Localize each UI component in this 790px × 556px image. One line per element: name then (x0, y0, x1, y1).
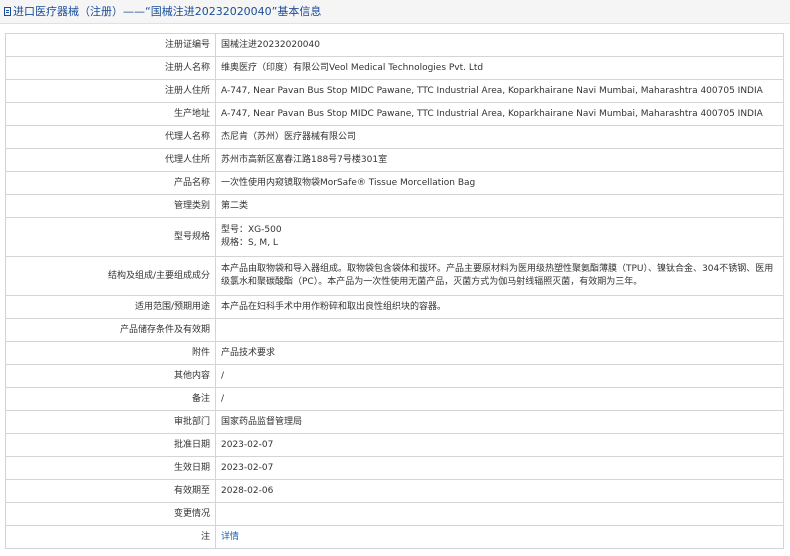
field-value: 苏州市高新区富春江路188号7号楼301室 (215, 148, 784, 172)
table-row: 代理人名称 杰尼肯（苏州）医疗器械有限公司 (5, 125, 784, 149)
table-row: 备注 / (5, 387, 784, 411)
field-label: 产品储存条件及有效期 (5, 318, 216, 342)
field-value: / (215, 387, 784, 411)
table-row: 注册证编号 国械注进20232020040 (5, 33, 784, 57)
table-row: 附件 产品技术要求 (5, 341, 784, 365)
table-row: 有效期至 2028-02-06 (5, 479, 784, 503)
field-label: 代理人住所 (5, 148, 216, 172)
field-value: 产品技术要求 (215, 341, 784, 365)
field-label: 备注 (5, 387, 216, 411)
table-row: 注 详情 (5, 525, 784, 549)
field-value: / (215, 364, 784, 388)
table-row: 代理人住所 苏州市高新区富春江路188号7号楼301室 (5, 148, 784, 172)
field-value: 2023-02-07 (215, 456, 784, 480)
table-row: 其他内容 / (5, 364, 784, 388)
field-value: 详情 (215, 525, 784, 549)
field-value: 杰尼肯（苏州）医疗器械有限公司 (215, 125, 784, 149)
field-value: 维奥医疗（印度）有限公司Veol Medical Technologies Pv… (215, 56, 784, 80)
field-label: 注册证编号 (5, 33, 216, 57)
table-row: 适用范围/预期用途 本产品在妇科手术中用作粉碎和取出良性组织块的容器。 (5, 295, 784, 319)
table-row: 产品储存条件及有效期 (5, 318, 784, 342)
field-value: 型号：XG-500 规格：S, M, L (215, 217, 784, 257)
table-row: 生产地址 A-747, Near Pavan Bus Stop MIDC Paw… (5, 102, 784, 126)
model-line: 型号：XG-500 (221, 225, 282, 235)
table-row: 型号规格 型号：XG-500 规格：S, M, L (5, 217, 784, 257)
table-row: 产品名称 一次性使用内窥镜取物袋MorSafe® Tissue Morcella… (5, 171, 784, 195)
document-icon (4, 7, 11, 16)
field-label: 审批部门 (5, 410, 216, 434)
field-label: 产品名称 (5, 171, 216, 195)
field-label: 有效期至 (5, 479, 216, 503)
info-table-container: 注册证编号 国械注进20232020040 注册人名称 维奥医疗（印度）有限公司… (5, 33, 784, 549)
field-label: 注册人住所 (5, 79, 216, 103)
field-value: 2023-02-07 (215, 433, 784, 457)
field-label: 生产地址 (5, 102, 216, 126)
field-value: 2028-02-06 (215, 479, 784, 503)
field-label: 生效日期 (5, 456, 216, 480)
table-row: 变更情况 (5, 502, 784, 526)
field-value: 一次性使用内窥镜取物袋MorSafe® Tissue Morcellation … (215, 171, 784, 195)
field-label: 型号规格 (5, 217, 216, 257)
table-row: 注册人名称 维奥医疗（印度）有限公司Veol Medical Technolog… (5, 56, 784, 80)
table-row: 审批部门 国家药品监督管理局 (5, 410, 784, 434)
field-value: 国械注进20232020040 (215, 33, 784, 57)
field-label: 附件 (5, 341, 216, 365)
page-header: 进口医疗器械（注册）——“国械注进20232020040”基本信息 (0, 0, 790, 24)
field-label: 注册人名称 (5, 56, 216, 80)
field-value: 本产品由取物袋和导入器组成。取物袋包含袋体和拔环。产品主要原材料为医用级热塑性聚… (215, 256, 784, 296)
field-value: 国家药品监督管理局 (215, 410, 784, 434)
table-row: 管理类别 第二类 (5, 194, 784, 218)
table-row: 生效日期 2023-02-07 (5, 456, 784, 480)
field-label: 代理人名称 (5, 125, 216, 149)
info-table: 注册证编号 国械注进20232020040 注册人名称 维奥医疗（印度）有限公司… (5, 33, 784, 549)
field-label: 其他内容 (5, 364, 216, 388)
field-value (215, 318, 784, 342)
field-value: 本产品在妇科手术中用作粉碎和取出良性组织块的容器。 (215, 295, 784, 319)
field-value: A-747, Near Pavan Bus Stop MIDC Pawane, … (215, 79, 784, 103)
field-label: 管理类别 (5, 194, 216, 218)
table-row: 批准日期 2023-02-07 (5, 433, 784, 457)
field-label: 适用范围/预期用途 (5, 295, 216, 319)
table-row: 结构及组成/主要组成成分 本产品由取物袋和导入器组成。取物袋包含袋体和拔环。产品… (5, 256, 784, 296)
details-link[interactable]: 详情 (221, 532, 239, 542)
field-label: 批准日期 (5, 433, 216, 457)
field-value (215, 502, 784, 526)
field-label: 变更情况 (5, 502, 216, 526)
field-label: 注 (5, 525, 216, 549)
table-row: 注册人住所 A-747, Near Pavan Bus Stop MIDC Pa… (5, 79, 784, 103)
field-value: 第二类 (215, 194, 784, 218)
field-value: A-747, Near Pavan Bus Stop MIDC Pawane, … (215, 102, 784, 126)
page-title: 进口医疗器械（注册）——“国械注进20232020040”基本信息 (13, 5, 322, 18)
field-label: 结构及组成/主要组成成分 (5, 256, 216, 296)
spec-line: 规格：S, M, L (221, 238, 278, 248)
